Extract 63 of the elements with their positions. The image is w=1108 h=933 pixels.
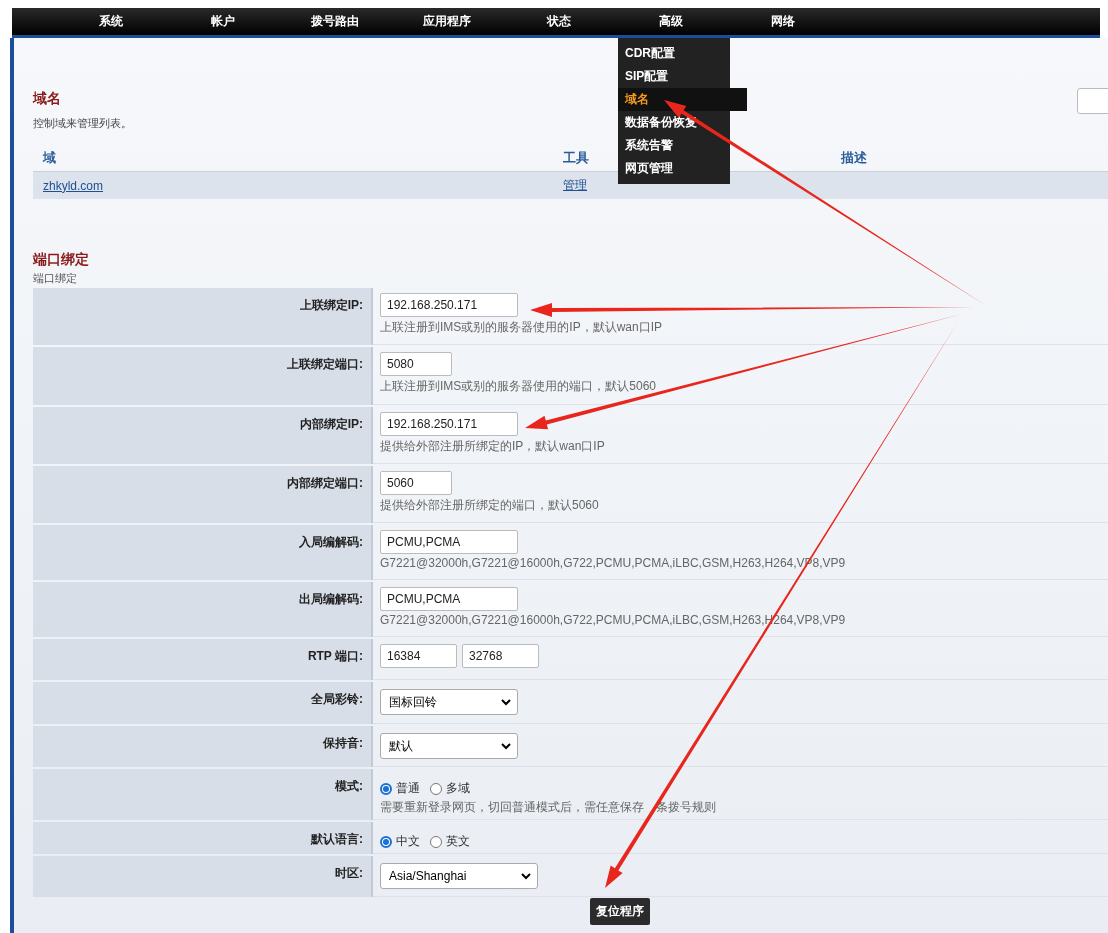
domain-link[interactable]: zhkyld.com xyxy=(43,178,104,193)
section-title: 端口绑定 xyxy=(33,251,89,269)
radio-label: 中文 xyxy=(396,833,420,850)
field-hint: 条拨号规则 xyxy=(656,799,716,816)
input-field[interactable]: 192.168.250.171 xyxy=(380,412,518,436)
reset-button[interactable]: 复位程序 xyxy=(590,898,650,925)
field-hint: 上联注册到IMS或别的服务器使用的IP，默认wan口IP xyxy=(380,319,664,336)
radio-button[interactable] xyxy=(380,782,392,795)
menu-item[interactable]: 系统告警 xyxy=(618,134,680,157)
field-label: 保持音: xyxy=(323,736,363,750)
field-hint: 需要重新登录网页，切回普通模式后，需任意保存 xyxy=(380,799,644,816)
radio-button[interactable] xyxy=(430,782,442,795)
menu-item[interactable]: CDR配置 xyxy=(618,42,682,65)
field-label: RTP 端口: xyxy=(307,649,363,663)
nav-tab[interactable]: 系统 xyxy=(55,8,167,35)
nav-tab[interactable]: 拨号路由 xyxy=(279,8,391,35)
field-label: 上联绑定IP: xyxy=(299,298,363,312)
chevron-down-icon xyxy=(521,872,531,880)
field-label: 默认语言: xyxy=(311,832,363,846)
field-label: 上联绑定端口: xyxy=(287,357,363,371)
radio-label: 普通 xyxy=(396,780,420,797)
field-label: 模式: xyxy=(335,779,363,793)
input-field[interactable]: 5080 xyxy=(380,352,452,376)
input-field[interactable]: 5060 xyxy=(380,471,452,495)
radio-label: 英文 xyxy=(446,833,470,850)
nav-tab[interactable]: 应用程序 xyxy=(391,8,503,35)
nav-tab[interactable]: 网络 xyxy=(727,8,839,35)
field-hint: 提供给外部注册所绑定的IP，默认wan口IP xyxy=(380,438,606,455)
radio-label: 多域 xyxy=(446,780,470,797)
chevron-down-icon xyxy=(501,742,511,750)
dropdown-select[interactable]: 国标回铃 xyxy=(380,689,518,715)
input-field[interactable] xyxy=(1077,88,1108,114)
nav-tab[interactable]: 帐户 xyxy=(167,8,279,35)
section-subtitle: 控制域来管理列表。 xyxy=(33,116,132,131)
input-field[interactable]: 16384 xyxy=(380,644,457,668)
column-header: 描述 xyxy=(841,150,867,165)
nav-tab[interactable]: 高级 xyxy=(615,8,727,35)
section-subtitle: 端口绑定 xyxy=(33,271,77,286)
column-header: 工具 xyxy=(563,150,589,165)
field-hint: 上联注册到IMS或别的服务器使用的端口，默认5060 xyxy=(380,378,658,395)
input-field[interactable]: 192.168.250.171 xyxy=(380,293,518,317)
radio-button[interactable] xyxy=(380,835,392,848)
field-hint: 提供给外部注册所绑定的端口，默认5060 xyxy=(380,497,600,514)
field-label: 内部绑定IP: xyxy=(299,417,363,431)
field-label: 时区: xyxy=(335,866,363,880)
menu-item[interactable]: 域名 xyxy=(618,88,747,111)
dropdown-select[interactable]: 默认 xyxy=(380,733,518,759)
input-field[interactable]: PCMU,PCMA xyxy=(380,530,518,554)
radio-button[interactable] xyxy=(430,835,442,848)
menu-item[interactable]: 网页管理 xyxy=(618,157,680,180)
input-field[interactable]: 32768 xyxy=(462,644,539,668)
nav-tab[interactable]: 状态 xyxy=(503,8,615,35)
field-label: 入局编解码: xyxy=(299,535,363,549)
section-title: 域名 xyxy=(33,90,61,108)
field-label: 内部绑定端口: xyxy=(287,476,363,490)
input-field[interactable]: PCMU,PCMA xyxy=(380,587,518,611)
manage-link[interactable]: 管理 xyxy=(563,178,587,192)
menu-item[interactable]: SIP配置 xyxy=(618,65,676,88)
chevron-down-icon xyxy=(501,698,511,706)
field-label: 全局彩铃: xyxy=(311,692,363,706)
field-label: 出局编解码: xyxy=(299,592,363,606)
dropdown-select[interactable]: Asia/Shanghai xyxy=(380,863,538,889)
column-header: 域 xyxy=(43,150,56,165)
